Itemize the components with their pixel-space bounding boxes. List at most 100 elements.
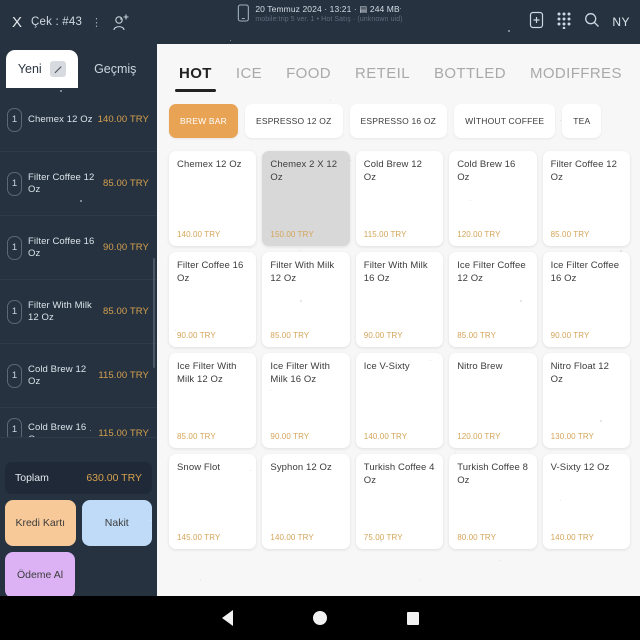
product-card[interactable]: Syphon 12 Oz 140.00 TRY [262,454,350,549]
product-card[interactable]: Ice Filter Coffee 12 Oz 85.00 TRY [449,252,537,347]
product-card[interactable]: Chemex 2 X 12 Oz 150.00 TRY [262,151,350,246]
product-price: 85.00 TRY [270,331,310,340]
product-card[interactable]: Turkish Coffee 8 Oz 80.00 TRY [449,454,537,549]
credit-card-button[interactable]: Kredi Kartı [5,500,76,546]
product-price: 140.00 TRY [270,533,314,542]
product-card[interactable]: Ice Filter With Milk 12 Oz 85.00 TRY [169,353,257,448]
product-price: 120.00 TRY [457,432,501,441]
product-card[interactable]: Cold Brew 16 Oz 120.00 TRY [449,151,537,246]
order-qty[interactable]: 1 [7,417,22,437]
product-price: 115.00 TRY [363,230,407,239]
order-item-name: Cold Brew 12 Oz [28,364,87,387]
order-item-name: Cold Brew 16 Oz [28,422,87,437]
order-qty[interactable]: 1 [7,107,22,132]
tab-history[interactable]: Geçmiş [80,50,152,88]
product-price: 75.00 TRY [363,533,403,542]
search-icon[interactable] [584,12,600,33]
product-name: Nitro Float 12 Oz [550,361,610,385]
back-triangle-icon[interactable] [221,610,233,626]
card-add-icon[interactable] [529,11,544,34]
product-card[interactable]: Nitro Brew 120.00 TRY [449,353,537,448]
product-card[interactable]: Chemex 12 Oz 140.00 TRY [169,151,257,246]
product-card[interactable]: Nitro Float 12 Oz 130.00 TRY [542,353,630,448]
product-name: Filter Coffee 12 Oz [550,159,617,183]
order-row[interactable]: 1 Filter With Milk 12 Oz 85.00 TRY [0,280,157,344]
product-name: Ice Filter With Milk 16 Oz [270,361,330,385]
product-name: Filter With Milk 16 Oz [363,260,428,284]
person-add-icon[interactable] [111,11,131,33]
product-grid: Chemex 12 Oz 140.00 TRY Chemex 2 X 12 Oz 15… [157,138,640,559]
device-icon [237,4,249,27]
keypad-icon[interactable] [556,11,572,34]
product-name: Ice Filter Coffee 12 Oz [457,260,526,284]
order-row[interactable]: 1 Filter Coffee 12 Oz 85.00 TRY [0,152,157,216]
overflow-menu-icon[interactable]: ⋮ [91,16,102,29]
check-number-label[interactable]: Çek : #43 [31,16,82,28]
order-qty[interactable]: 1 [7,235,22,260]
payment-buttons-group: Kredi Kartı Nakit Ödeme Al [5,500,152,598]
product-card[interactable]: Cold Brew 12 Oz 115.00 TRY [355,151,444,246]
product-price: 85.00 TRY [177,432,216,441]
product-card[interactable]: Ice Filter With Milk 16 Oz 90.00 TRY [262,353,350,448]
order-row[interactable]: 1 Cold Brew 12 Oz 115.00 TRY [0,344,157,408]
pencil-icon[interactable] [49,61,66,77]
product-panel: HOT ICE FOOD RETEIL BOTTLED MODIFFRES BREW BA… [157,44,640,596]
product-name: Ice V-Sixty [363,361,410,372]
tab-modiffres[interactable]: MODIFFRES [518,65,634,92]
order-qty[interactable]: 1 [7,171,22,196]
product-name: Nitro Brew [457,361,503,372]
top-bar-left-group: X Çek : #43 ⋮ [0,11,131,33]
order-list-scrollbar[interactable] [153,138,156,438]
order-sidebar: Yeni Geçmiş 1 Chemex 12 Oz 140.00 TRY 1 Filt… [0,44,157,598]
order-row[interactable]: 1 Cold Brew 16 Oz 115.00 TRY [0,408,157,438]
chip-wi̇thout-coffee[interactable]: WİTHOUT COFFEE [454,104,556,138]
order-item-price: 85.00 TRY [103,306,149,317]
product-name: Ice Filter Coffee 16 Oz [550,260,620,284]
order-row[interactable]: 1 Filter Coffee 16 Oz 90.00 TRY [0,216,157,280]
order-item-price: 140.00 TRY [97,114,149,125]
product-card[interactable]: Filter With Milk 12 Oz 85.00 TRY [262,252,350,347]
order-row[interactable]: 1 Chemex 12 Oz 140.00 TRY [0,88,157,152]
pos-app-screen: X Çek : #43 ⋮ 20 Temmuz 2024 · 13:21 · ▤… [0,0,640,640]
product-card[interactable]: Ice Filter Coffee 16 Oz 90.00 TRY [542,252,630,347]
product-card[interactable]: V-Sixty 12 Oz 140.00 TRY [542,454,630,549]
product-card[interactable]: Filter Coffee 12 Oz 85.00 TRY [542,151,630,246]
tab-bottled[interactable]: BOTTLED [422,65,518,92]
tab-new-order[interactable]: Yeni [6,50,78,88]
user-initials-badge[interactable]: NY [612,15,630,29]
tab-reteil[interactable]: RETEIL [343,65,422,92]
product-price: 145.00 TRY [177,533,221,542]
chip-brew-bar[interactable]: BREW BAR [169,104,238,138]
order-item-price: 85.00 TRY [103,178,149,189]
order-qty[interactable]: 1 [7,363,22,388]
top-bar-right-group: NY [529,0,630,44]
product-card[interactable]: Turkish Coffee 4 Oz 75.00 TRY [355,454,444,549]
status-datetime: 20 Temmuz 2024 · 13:21 · ▤ 244 MB [255,4,400,14]
product-card[interactable]: Filter With Milk 16 Oz 90.00 TRY [355,252,444,347]
product-price: 85.00 TRY [550,230,590,239]
tab-hot[interactable]: HOT [167,65,224,92]
product-card[interactable]: Ice V-Sixty 140.00 TRY [355,353,444,448]
product-card[interactable]: Filter Coffee 16 Oz 90.00 TRY [169,252,257,347]
home-circle-icon[interactable] [312,611,327,625]
chip-espresso-16-oz[interactable]: ESPRESSO 16 OZ [349,104,448,138]
product-price: 150.00 TRY [270,230,314,239]
order-items-list[interactable]: 1 Chemex 12 Oz 140.00 TRY 1 Filter Coffee 12… [0,88,157,458]
product-name: Cold Brew 16 Oz [457,159,516,183]
product-card[interactable]: Snow Flot 145.00 TRY [169,454,257,549]
scrollbar-thumb[interactable] [153,258,155,368]
total-label: Toplam [15,472,49,484]
recents-square-icon[interactable] [406,611,419,625]
take-payment-button[interactable]: Ödeme Al [5,552,75,598]
chip-espresso-12-oz[interactable]: ESPRESSO 12 OZ [244,104,343,138]
product-price: 90.00 TRY [550,331,590,340]
tab-food[interactable]: FOOD [274,65,343,92]
close-icon[interactable]: X [12,15,22,30]
cash-button[interactable]: Nakit [81,500,152,546]
order-qty[interactable]: 1 [7,299,22,324]
order-item-name: Filter Coffee 16 Oz [28,236,95,259]
tab-ice[interactable]: ICE [224,65,274,92]
product-name: Ice Filter With Milk 12 Oz [177,361,237,385]
chip-tea[interactable]: TEA [562,104,602,138]
product-name: V-Sixty 12 Oz [550,462,610,473]
